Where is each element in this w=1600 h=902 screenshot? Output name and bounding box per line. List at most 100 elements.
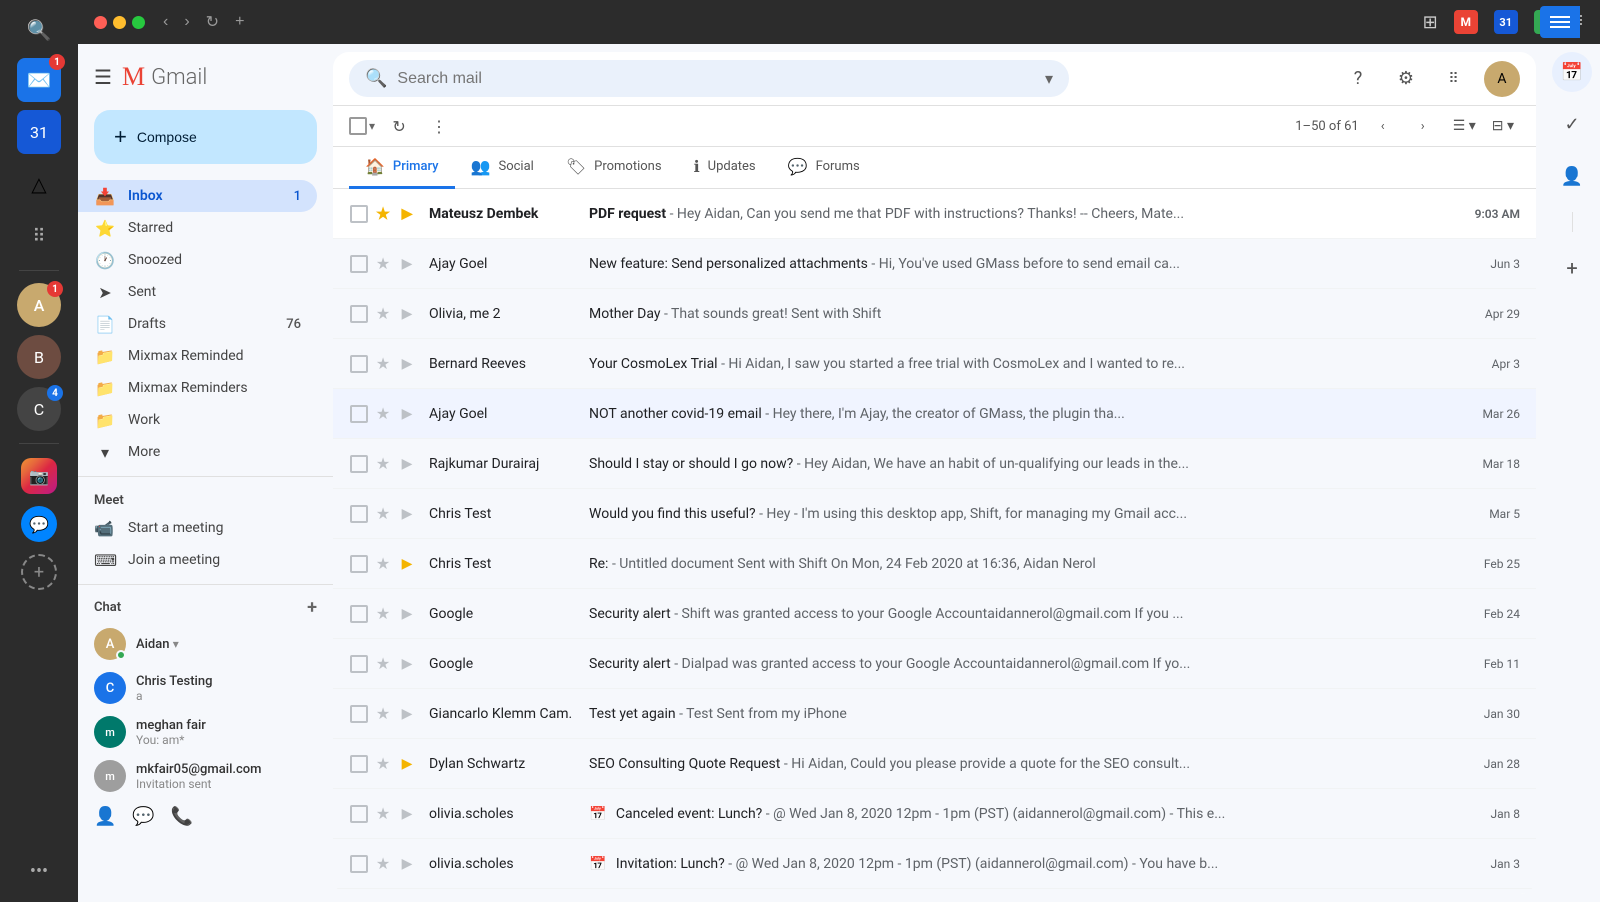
nav-snoozed[interactable]: 🕐 Snoozed [78, 244, 317, 276]
messenger-icon[interactable]: 💬 [19, 504, 59, 544]
forward-button[interactable]: › [178, 10, 195, 34]
search-input[interactable] [397, 70, 1035, 88]
email-checkbox[interactable] [349, 255, 369, 273]
user-avatar[interactable]: A [1484, 61, 1520, 97]
email-checkbox[interactable] [349, 655, 369, 673]
email-row[interactable]: ★ ▶ Olivia, me 2 Document you asked for … [333, 889, 1536, 894]
close-button[interactable] [94, 16, 107, 29]
nav-work[interactable]: 📁 Work [78, 404, 317, 436]
email-row[interactable]: ★ ▶ Google Security alert - Shift was gr… [333, 589, 1536, 639]
help-button[interactable]: ? [1340, 61, 1376, 97]
compose-button[interactable]: + Compose [94, 110, 317, 164]
search-app-icon[interactable]: 🔍 [19, 10, 59, 50]
email-star[interactable]: ★ [373, 654, 393, 673]
next-page-button[interactable]: › [1407, 110, 1439, 142]
apps-grid-icon[interactable]: ⠿ [17, 214, 61, 258]
email-star[interactable]: ★ [373, 404, 393, 423]
email-row[interactable]: ★ ▶ Ajay Goel NOT another covid-19 email… [333, 389, 1536, 439]
right-tasks-icon[interactable]: ✓ [1552, 104, 1592, 144]
right-add-icon[interactable]: + [1552, 248, 1592, 288]
meet-start[interactable]: 📹 Start a meeting [78, 512, 333, 544]
user-avatar-3[interactable]: C 4 [17, 387, 61, 431]
add-account-icon[interactable]: + [19, 552, 59, 592]
email-star[interactable]: ★ [373, 604, 393, 623]
tab-primary[interactable]: 🏠 Primary [349, 147, 455, 189]
chat-user-mkfair[interactable]: m mkfair05@gmail.com Invitation sent [78, 754, 333, 798]
nav-more[interactable]: ▾ More [78, 436, 317, 468]
chat-user-meghan[interactable]: m meghan fair You: am* [78, 710, 333, 754]
nav-sent[interactable]: ➤ Sent [78, 276, 317, 308]
minimize-button[interactable] [113, 16, 126, 29]
email-checkbox[interactable] [349, 855, 369, 873]
select-dropdown-icon[interactable]: ▾ [369, 119, 375, 133]
email-row[interactable]: ★ ▶ Olivia, me 2 Mother Day - That sound… [333, 289, 1536, 339]
meet-join[interactable]: ⌨ Join a meeting [78, 544, 333, 576]
email-row[interactable]: ★ ▶ Ajay Goel New feature: Send personal… [333, 239, 1536, 289]
hamburger-menu[interactable]: ☰ [94, 65, 112, 89]
select-all-checkbox[interactable] [349, 117, 367, 135]
chat-bubble-icon[interactable]: 💬 [132, 806, 154, 827]
nav-inbox[interactable]: 📥 Inbox 1 [78, 180, 317, 212]
fullscreen-button[interactable] [132, 16, 145, 29]
email-row[interactable]: ★ ▶ Chris Test Would you find this usefu… [333, 489, 1536, 539]
chat-user-chris[interactable]: C Chris Testing a [78, 666, 333, 710]
chat-user-aidan[interactable]: A Aidan ▾ [78, 622, 333, 666]
email-checkbox[interactable] [349, 705, 369, 723]
email-checkbox[interactable] [349, 305, 369, 323]
email-star[interactable]: ★ [373, 254, 393, 273]
search-dropdown-icon[interactable]: ▾ [1045, 69, 1053, 88]
tab-social[interactable]: 👥 Social [455, 147, 550, 189]
email-checkbox[interactable] [349, 555, 369, 573]
email-row[interactable]: ★ ▶ olivia.scholes 📅 Invitation: Lunch? … [333, 839, 1536, 889]
more-actions-button[interactable]: ⋮ [423, 110, 455, 142]
gmail-app-icon[interactable]: ✉️ 1 [17, 58, 61, 102]
email-star[interactable]: ★ [373, 354, 393, 373]
chat-person-icon[interactable]: 👤 [94, 806, 116, 827]
email-star[interactable]: ★ [373, 854, 393, 873]
tab-forums[interactable]: 💬 Forums [772, 147, 876, 189]
user-avatar-2[interactable]: B [17, 335, 61, 379]
email-row[interactable]: ★ ▶ Giancarlo Klemm Cam. Test yet again … [333, 689, 1536, 739]
apps-button[interactable]: ⠿ [1436, 61, 1472, 97]
more-options-icon[interactable]: ••• [30, 861, 48, 892]
search-bar[interactable]: 🔍 ▾ [349, 60, 1069, 97]
email-checkbox[interactable] [349, 405, 369, 423]
chat-add-button[interactable]: + [307, 597, 317, 618]
email-star[interactable]: ★ [373, 454, 393, 473]
drive-app-icon[interactable]: △ [17, 162, 61, 206]
email-checkbox[interactable] [349, 455, 369, 473]
email-checkbox[interactable] [349, 605, 369, 623]
list-view-button[interactable]: ☰ ▾ [1447, 114, 1482, 138]
email-star[interactable]: ★ [373, 804, 393, 823]
email-star[interactable]: ★ [373, 304, 393, 323]
aidan-dropdown[interactable]: ▾ [173, 637, 179, 651]
tab-updates[interactable]: ℹ Updates [678, 147, 772, 189]
chat-phone-icon[interactable]: 📞 [171, 806, 193, 827]
settings-button[interactable]: ⚙ [1388, 61, 1424, 97]
email-checkbox[interactable] [349, 205, 369, 223]
email-row[interactable]: ★ ▶ Dylan Schwartz SEO Consulting Quote … [333, 739, 1536, 789]
refresh-button[interactable]: ↻ [383, 110, 415, 142]
email-checkbox[interactable] [349, 505, 369, 523]
email-star[interactable]: ★ [373, 204, 393, 223]
reload-button[interactable]: ↻ [200, 10, 225, 34]
right-contacts-icon[interactable]: 👤 [1552, 156, 1592, 196]
email-checkbox[interactable] [349, 755, 369, 773]
email-row[interactable]: ★ ▶ olivia.scholes 📅 Canceled event: Lun… [333, 789, 1536, 839]
nav-mixmax-reminded[interactable]: 📁 Mixmax Reminded [78, 340, 317, 372]
tab-promotions[interactable]: 🏷 Promotions [550, 147, 678, 189]
email-row[interactable]: ★ ▶ Rajkumar Durairaj Should I stay or s… [333, 439, 1536, 489]
new-tab-button[interactable]: + [229, 10, 250, 34]
back-button[interactable]: ‹ [157, 10, 174, 34]
email-row[interactable]: ★ ▶ Google Security alert - Dialpad was … [333, 639, 1536, 689]
email-star[interactable]: ★ [373, 754, 393, 773]
nav-drafts[interactable]: 📄 Drafts 76 [78, 308, 317, 340]
gmail-titlebar-icon[interactable]: M [1454, 10, 1478, 34]
email-row[interactable]: ★ ▶ Chris Test Re: - Untitled document S… [333, 539, 1536, 589]
instagram-icon[interactable]: 📷 [19, 456, 59, 496]
calendar-app-icon[interactable]: 31 [17, 110, 61, 154]
prev-page-button[interactable]: ‹ [1367, 110, 1399, 142]
email-star[interactable]: ★ [373, 554, 393, 573]
email-row[interactable]: ★ ▶ Bernard Reeves Your CosmoLex Trial -… [333, 339, 1536, 389]
email-row[interactable]: ★ ▶ Mateusz Dembek PDF request - Hey Aid… [333, 189, 1536, 239]
